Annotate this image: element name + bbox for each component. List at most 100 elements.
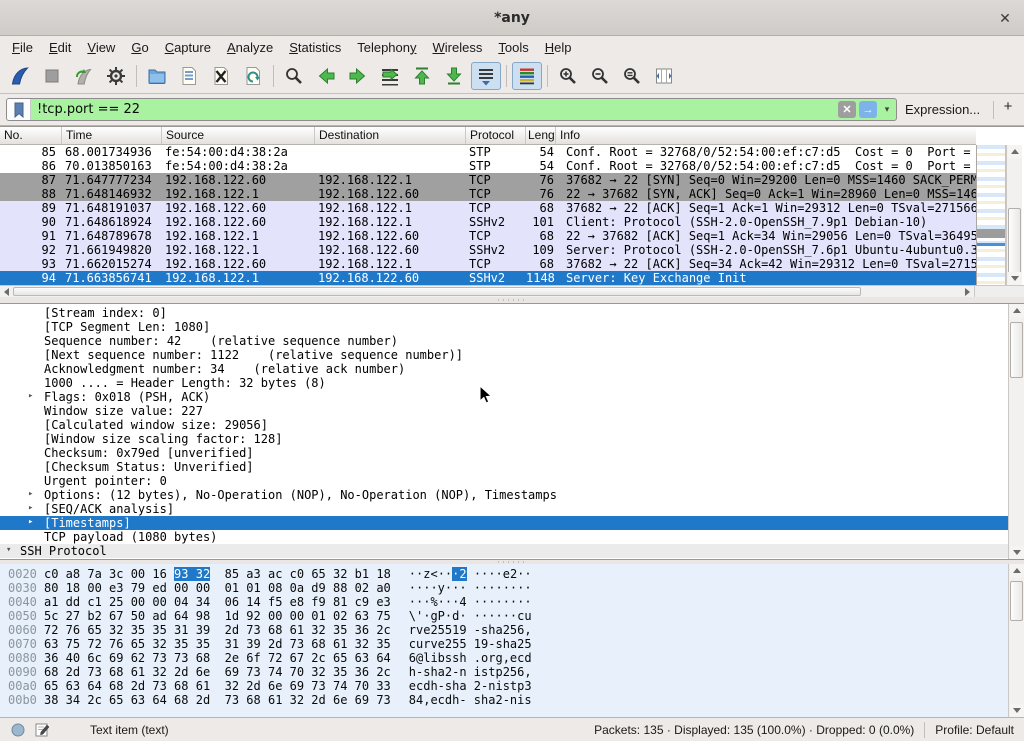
capture-comment-icon[interactable] — [34, 722, 50, 738]
display-filter-input[interactable]: !tcp.port == 22 — [31, 99, 838, 120]
detail-line[interactable]: [Window size scaling factor: 128] — [0, 432, 1008, 446]
menu-file[interactable]: File — [4, 38, 41, 57]
scroll-thumb[interactable] — [1010, 322, 1023, 378]
hex-row-0030[interactable]: 003080 18 00 e3 79 ed 00 00 01 01 08 0a … — [0, 581, 1008, 595]
detail-line[interactable]: Acknowledgment number: 34 (relative ack … — [0, 362, 1008, 376]
hex-row-00b0[interactable]: 00b038 34 2c 65 63 64 68 2d 73 68 61 32 … — [0, 693, 1008, 707]
go-first-packet-button[interactable] — [407, 62, 437, 90]
reload-capture-file-button[interactable] — [238, 62, 268, 90]
bytes-vscrollbar[interactable] — [1008, 564, 1024, 717]
menu-help[interactable]: Help — [537, 38, 580, 57]
scroll-up-arrow[interactable] — [1010, 564, 1024, 577]
column-header-info[interactable]: Info — [556, 127, 976, 144]
scroll-right-arrow[interactable] — [960, 286, 974, 297]
packet-row-89[interactable]: 8971.648191037192.168.122.60192.168.122.… — [0, 201, 976, 215]
detail-line[interactable]: Urgent pointer: 0 — [0, 474, 1008, 488]
hex-row-0090[interactable]: 009068 2d 73 68 61 32 2d 6e 69 73 74 70 … — [0, 665, 1008, 679]
hex-row-0080[interactable]: 008036 40 6c 69 62 73 73 68 2e 6f 72 67 … — [0, 651, 1008, 665]
detail-line[interactable]: [Next sequence number: 1122 (relative se… — [0, 348, 1008, 362]
packet-row-87[interactable]: 8771.647777234192.168.122.60192.168.122.… — [0, 173, 976, 187]
packet-row-88[interactable]: 8871.648146932192.168.122.1192.168.122.6… — [0, 187, 976, 201]
open-capture-file-button[interactable] — [142, 62, 172, 90]
detail-line[interactable]: ▸Options: (12 bytes), No-Operation (NOP)… — [0, 488, 1008, 502]
scroll-thumb[interactable] — [1010, 581, 1023, 621]
expert-info-icon[interactable] — [10, 722, 26, 738]
expand-arrow-icon[interactable]: ▸ — [28, 391, 33, 401]
hex-row-00a0[interactable]: 00a065 63 64 68 2d 73 68 61 32 2d 6e 69 … — [0, 679, 1008, 693]
packet-row-90[interactable]: 9071.648618924192.168.122.60192.168.122.… — [0, 215, 976, 229]
detail-line[interactable]: 1000 .... = Header Length: 32 bytes (8) — [0, 376, 1008, 390]
find-packet-button[interactable] — [279, 62, 309, 90]
menu-wireless[interactable]: Wireless — [425, 38, 491, 57]
menu-view[interactable]: View — [79, 38, 123, 57]
go-back-button[interactable] — [311, 62, 341, 90]
scroll-down-arrow[interactable] — [1008, 272, 1022, 285]
menu-edit[interactable]: Edit — [41, 38, 79, 57]
packet-row-85[interactable]: 8568.001734936fe:54:00:d4:38:2aSTP54Conf… — [0, 145, 976, 159]
menu-go[interactable]: Go — [123, 38, 156, 57]
profile-selector[interactable]: Profile: Default — [935, 723, 1014, 737]
stop-capture-button[interactable] — [37, 62, 67, 90]
add-filter-button[interactable]: + — [1000, 98, 1016, 115]
intelligent-scrollbar-minimap[interactable] — [976, 145, 1006, 285]
hex-row-0040[interactable]: 0040a1 dd c1 25 00 00 04 34 06 14 f5 e8 … — [0, 595, 1008, 609]
filter-history-dropdown[interactable]: ▾ — [880, 104, 894, 115]
detail-line[interactable]: [Stream index: 0] — [0, 306, 1008, 320]
packet-row-94[interactable]: 9471.663856741192.168.122.1192.168.122.6… — [0, 271, 976, 285]
pane-splitter-lower[interactable]: ······ — [0, 560, 1024, 564]
scroll-down-arrow[interactable] — [1010, 704, 1024, 717]
colorize-toggle-button[interactable] — [512, 62, 542, 90]
zoom-reset-button[interactable] — [617, 62, 647, 90]
zoom-out-button[interactable] — [585, 62, 615, 90]
zoom-in-button[interactable] — [553, 62, 583, 90]
column-header-time[interactable]: Time — [62, 127, 162, 144]
column-header-no[interactable]: No. — [0, 127, 62, 144]
clear-filter-button[interactable]: ✕ — [838, 101, 856, 118]
detail-line[interactable]: ▸[SEQ/ACK analysis] — [0, 502, 1008, 516]
column-header-source[interactable]: Source — [162, 127, 315, 144]
column-header-protocol[interactable]: Protocol — [466, 127, 526, 144]
start-capture-button[interactable] — [5, 62, 35, 90]
detail-line[interactable]: ▸[Timestamps] — [0, 516, 1008, 530]
restart-capture-button[interactable] — [69, 62, 99, 90]
detail-line[interactable]: Sequence number: 42 (relative sequence n… — [0, 334, 1008, 348]
capture-options-button[interactable] — [101, 62, 131, 90]
hex-row-0060[interactable]: 006072 76 65 32 35 35 31 39 2d 73 68 61 … — [0, 623, 1008, 637]
filter-bookmark-button[interactable] — [7, 99, 31, 120]
resize-columns-button[interactable] — [649, 62, 679, 90]
packet-row-92[interactable]: 9271.661949820192.168.122.1192.168.122.6… — [0, 243, 976, 257]
scroll-thumb[interactable] — [1008, 208, 1021, 275]
hscroll-thumb[interactable] — [13, 287, 861, 296]
detail-line[interactable]: Window size value: 227 — [0, 404, 1008, 418]
detail-vscrollbar[interactable] — [1008, 304, 1024, 559]
expression-button[interactable]: Expression... — [905, 102, 980, 117]
detail-line[interactable]: ▸Flags: 0x018 (PSH, ACK) — [0, 390, 1008, 404]
display-filter-field[interactable]: !tcp.port == 22 ✕ → ▾ — [6, 98, 897, 121]
menu-analyze[interactable]: Analyze — [219, 38, 281, 57]
hex-row-0020[interactable]: 0020c0 a8 7a 3c 00 16 93 32 85 a3 ac c0 … — [0, 567, 1008, 581]
go-forward-button[interactable] — [343, 62, 373, 90]
expand-arrow-icon[interactable]: ▸ — [28, 489, 33, 499]
scroll-down-arrow[interactable] — [1010, 546, 1024, 559]
go-last-packet-button[interactable] — [439, 62, 469, 90]
auto-scroll-toggle-button[interactable] — [471, 62, 501, 90]
close-window-button[interactable]: ✕ — [996, 9, 1014, 27]
menu-capture[interactable]: Capture — [157, 38, 219, 57]
detail-line[interactable]: [Checksum Status: Unverified] — [0, 460, 1008, 474]
detail-line[interactable]: [Calculated window size: 29056] — [0, 418, 1008, 432]
save-capture-file-button[interactable] — [174, 62, 204, 90]
expand-arrow-icon[interactable]: ▸ — [28, 517, 33, 527]
menu-telephony[interactable]: Telephony — [349, 38, 424, 57]
close-capture-file-button[interactable] — [206, 62, 236, 90]
packet-row-86[interactable]: 8670.013850163fe:54:00:d4:38:2aSTP54Conf… — [0, 159, 976, 173]
scroll-up-arrow[interactable] — [1008, 145, 1022, 158]
expand-arrow-icon[interactable]: ▾ — [6, 545, 11, 555]
packet-row-91[interactable]: 9171.648789678192.168.122.1192.168.122.6… — [0, 229, 976, 243]
packet-row-93[interactable]: 9371.662015274192.168.122.60192.168.122.… — [0, 257, 976, 271]
packet-list-vscrollbar[interactable] — [1006, 145, 1022, 285]
expand-arrow-icon[interactable]: ▸ — [28, 503, 33, 513]
detail-line[interactable]: Checksum: 0x79ed [unverified] — [0, 446, 1008, 460]
apply-filter-button[interactable]: → — [859, 101, 877, 118]
menu-tools[interactable]: Tools — [490, 38, 536, 57]
column-header-destination[interactable]: Destination — [315, 127, 466, 144]
